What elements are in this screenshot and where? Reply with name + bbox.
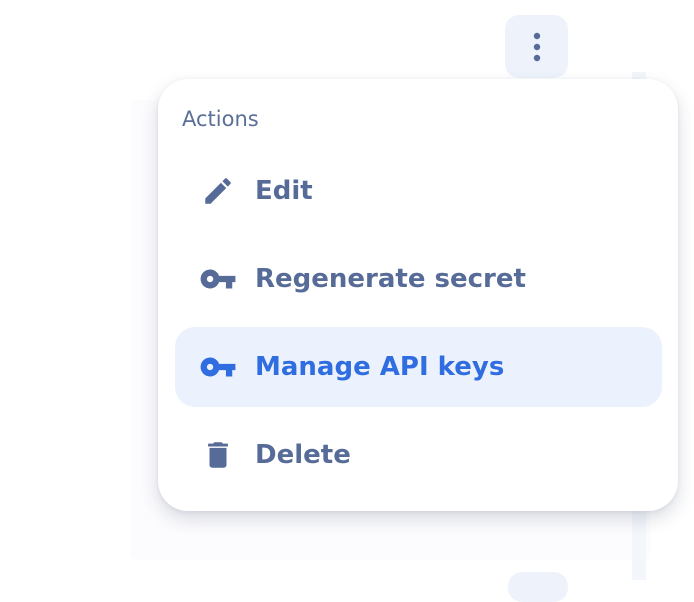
menu-item-manage-api-keys[interactable]: Manage API keys: [175, 327, 662, 407]
menu-header: Actions: [182, 107, 259, 131]
more-actions-button[interactable]: [505, 15, 568, 78]
more-vertical-icon: [533, 32, 540, 61]
key-icon: [199, 260, 237, 298]
pencil-icon: [199, 172, 237, 210]
menu-item-delete[interactable]: Delete: [175, 415, 662, 495]
menu-item-label: Delete: [255, 440, 351, 470]
background-button-partial: [508, 572, 568, 602]
menu-item-label: Manage API keys: [255, 352, 505, 382]
menu-item-label: Regenerate secret: [255, 264, 526, 294]
menu-item-edit[interactable]: Edit: [175, 151, 662, 231]
menu-item-regenerate-secret[interactable]: Regenerate secret: [175, 239, 662, 319]
trash-icon: [199, 436, 237, 474]
key-icon: [199, 348, 237, 386]
menu-item-label: Edit: [255, 176, 313, 206]
actions-menu: Actions Edit Regenerate secret Manage AP…: [158, 79, 678, 511]
